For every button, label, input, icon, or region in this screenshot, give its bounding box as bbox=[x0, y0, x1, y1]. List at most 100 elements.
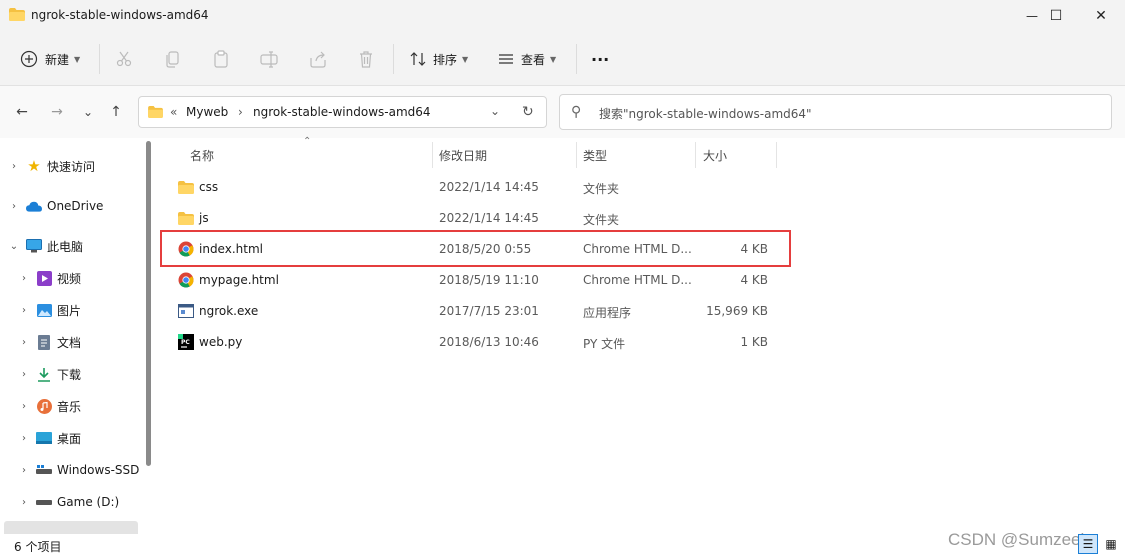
recent-locations-button[interactable]: ⌄ bbox=[78, 102, 98, 122]
view-label: 查看 bbox=[521, 52, 546, 67]
sidebar-item-partial[interactable] bbox=[4, 521, 138, 534]
sidebar-item-quick-access[interactable]: › ★ 快速访问 bbox=[0, 152, 148, 180]
file-name: mypage.html bbox=[199, 273, 279, 287]
chevron-right-icon[interactable]: › bbox=[8, 201, 20, 212]
desktop-icon bbox=[36, 430, 52, 446]
sidebar-scrollbar[interactable] bbox=[146, 141, 151, 466]
details-view-button[interactable]: ☰ bbox=[1078, 534, 1098, 554]
rename-button[interactable] bbox=[259, 46, 279, 72]
address-row: ← → ⌄ ↑ « Myweb › ngrok-stable-windows-a… bbox=[0, 86, 1125, 138]
column-divider[interactable] bbox=[432, 142, 433, 168]
pycharm-icon: PC bbox=[178, 334, 194, 350]
arrow-left-icon: ← bbox=[16, 104, 28, 120]
copy-button[interactable] bbox=[163, 46, 183, 72]
cut-button[interactable] bbox=[114, 46, 134, 72]
column-divider[interactable] bbox=[695, 142, 696, 168]
file-list: ⌃ 名称 修改日期 类型 大小 css 2022/1/14 14:45 文件夹 … bbox=[158, 136, 1125, 534]
highlight-annotation bbox=[160, 230, 791, 267]
arrow-up-icon: ↑ bbox=[110, 104, 122, 120]
maximize-icon: ☐ bbox=[1049, 8, 1063, 24]
table-row[interactable]: PC web.py 2018/6/13 10:46 PY 文件 1 KB bbox=[158, 327, 790, 358]
chevron-right-icon[interactable]: › bbox=[18, 433, 30, 444]
arrow-right-icon: → bbox=[51, 104, 63, 120]
sidebar-item-this-pc[interactable]: ⌄ 此电脑 bbox=[0, 232, 148, 260]
file-type: Chrome HTML D... bbox=[583, 273, 692, 287]
chevron-right-icon[interactable]: › bbox=[18, 337, 30, 348]
close-button[interactable]: ✕ bbox=[1078, 0, 1124, 32]
sidebar-item-label: 文档 bbox=[57, 335, 82, 350]
column-divider[interactable] bbox=[776, 142, 777, 168]
table-row[interactable]: ngrok.exe 2017/7/15 23:01 应用程序 15,969 KB bbox=[158, 296, 790, 327]
sidebar-item-music[interactable]: › 音乐 bbox=[0, 392, 148, 420]
chevron-right-icon[interactable]: › bbox=[8, 161, 20, 172]
chevron-right-icon[interactable]: › bbox=[18, 497, 30, 508]
column-header-name[interactable]: 名称 bbox=[190, 147, 214, 164]
more-options-button[interactable]: ··· bbox=[591, 46, 609, 72]
drive-icon bbox=[36, 462, 52, 478]
sidebar-item-onedrive[interactable]: › OneDrive bbox=[0, 192, 148, 220]
column-divider[interactable] bbox=[576, 142, 577, 168]
file-name: css bbox=[199, 180, 219, 194]
sidebar-item-windows-ssd[interactable]: › Windows-SSD bbox=[0, 456, 148, 484]
file-modified: 2018/5/19 11:10 bbox=[439, 273, 539, 287]
forward-button[interactable]: → bbox=[47, 102, 67, 122]
copy-icon bbox=[166, 51, 179, 68]
scissors-icon bbox=[116, 51, 132, 67]
paste-button[interactable] bbox=[211, 46, 231, 72]
view-button[interactable]: 查看 ▼ bbox=[497, 46, 556, 72]
sort-button[interactable]: 排序 ▼ bbox=[409, 46, 468, 72]
file-size: 15,969 KB bbox=[706, 304, 768, 318]
chevron-down-icon: ▼ bbox=[462, 54, 469, 64]
sidebar-item-label: Game (D:) bbox=[57, 495, 120, 509]
sidebar-item-pictures[interactable]: › 图片 bbox=[0, 296, 148, 324]
file-size: 4 KB bbox=[740, 273, 768, 287]
table-row[interactable]: css 2022/1/14 14:45 文件夹 bbox=[158, 172, 790, 203]
download-icon bbox=[36, 366, 52, 382]
delete-button[interactable] bbox=[356, 46, 376, 72]
toolbar-divider bbox=[576, 44, 577, 74]
chevron-right-icon[interactable]: › bbox=[18, 369, 30, 380]
refresh-icon[interactable]: ↻ bbox=[522, 104, 534, 120]
sidebar-item-downloads[interactable]: › 下载 bbox=[0, 360, 148, 388]
chevron-down-icon: ⌄ bbox=[82, 105, 94, 119]
column-header-modified[interactable]: 修改日期 bbox=[439, 147, 487, 164]
column-header-size[interactable]: 大小 bbox=[703, 147, 727, 164]
table-row[interactable]: mypage.html 2018/5/19 11:10 Chrome HTML … bbox=[158, 265, 790, 296]
sidebar-item-label: 快速访问 bbox=[47, 159, 96, 174]
tiles-view-icon: ▦ bbox=[1105, 537, 1117, 551]
search-input[interactable]: ⚲ 搜索"ngrok-stable-windows-amd64" bbox=[559, 94, 1112, 130]
up-button[interactable]: ↑ bbox=[106, 102, 126, 122]
chevron-right-icon[interactable]: › bbox=[18, 305, 30, 316]
breadcrumb-separator-icon: › bbox=[238, 105, 243, 119]
sidebar-item-documents[interactable]: › 文档 bbox=[0, 328, 148, 356]
sort-label: 排序 bbox=[433, 52, 458, 67]
toolbar-divider bbox=[393, 44, 394, 74]
document-icon bbox=[36, 334, 52, 350]
file-type: 文件夹 bbox=[583, 182, 620, 196]
share-button[interactable] bbox=[308, 46, 328, 72]
breadcrumb-myweb[interactable]: Myweb bbox=[186, 105, 228, 119]
breadcrumb-current[interactable]: ngrok-stable-windows-amd64 bbox=[253, 105, 431, 119]
chevron-right-icon[interactable]: › bbox=[18, 273, 30, 284]
breadcrumb-overflow-icon[interactable]: « bbox=[170, 105, 177, 119]
sidebar-item-desktop[interactable]: › 桌面 bbox=[0, 424, 148, 452]
address-dropdown-icon[interactable]: ⌄ bbox=[490, 104, 500, 118]
plus-circle-icon bbox=[20, 50, 38, 68]
file-size: 1 KB bbox=[740, 335, 768, 349]
sidebar-item-videos[interactable]: › 视频 bbox=[0, 264, 148, 292]
tiles-view-button[interactable]: ▦ bbox=[1101, 534, 1121, 554]
chevron-right-icon[interactable]: › bbox=[18, 465, 30, 476]
chevron-down-icon[interactable]: ⌄ bbox=[8, 241, 20, 252]
watermark: CSDN @Sumzeek bbox=[948, 530, 1090, 549]
column-header-type[interactable]: 类型 bbox=[583, 147, 607, 164]
back-button[interactable]: ← bbox=[12, 102, 32, 122]
maximize-button[interactable]: ☐ bbox=[1033, 0, 1079, 32]
sidebar-item-game-d[interactable]: › Game (D:) bbox=[0, 488, 148, 516]
chevron-down-icon: ▼ bbox=[74, 54, 81, 64]
rename-icon bbox=[260, 51, 278, 68]
chevron-right-icon[interactable]: › bbox=[18, 401, 30, 412]
folder-icon bbox=[148, 106, 163, 118]
new-button[interactable]: 新建 ▼ bbox=[20, 46, 80, 72]
address-field[interactable]: « Myweb › ngrok-stable-windows-amd64 ⌄ ↻ bbox=[138, 96, 547, 128]
video-icon bbox=[36, 270, 52, 286]
